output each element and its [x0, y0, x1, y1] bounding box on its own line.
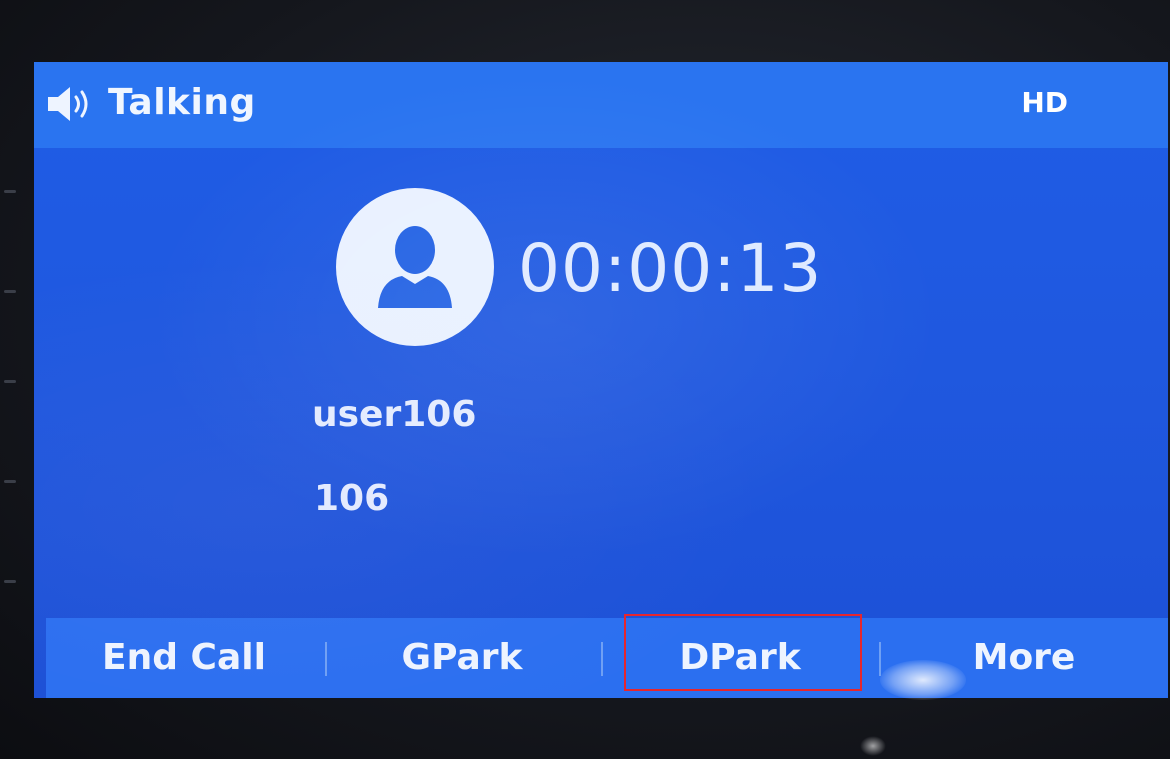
dpark-highlight-box — [624, 614, 862, 691]
status-bar: Talking HD — [34, 62, 1168, 148]
softkey-bar: End Call GPark DPark More — [46, 618, 1168, 698]
person-icon — [378, 226, 452, 308]
avatar — [336, 188, 494, 346]
call-state-title: Talking — [108, 82, 256, 123]
caller-number: 106 — [314, 478, 390, 519]
light-reflection — [880, 660, 966, 700]
gpark-softkey[interactable]: GPark — [324, 618, 600, 698]
speaker-icon — [46, 84, 94, 124]
hd-audio-badge: HD — [1021, 86, 1068, 119]
caller-name: user106 — [312, 394, 477, 435]
light-reflection — [860, 736, 886, 756]
end-call-softkey[interactable]: End Call — [46, 618, 322, 698]
screen-glare — [34, 62, 1168, 698]
phone-device: Talking HD 00:00:13 user106 106 End Call… — [0, 0, 1170, 759]
phone-screen: Talking HD 00:00:13 user106 106 End Call… — [34, 62, 1168, 698]
call-duration-timer: 00:00:13 — [518, 230, 823, 307]
bezel-line-keys — [0, 180, 22, 600]
